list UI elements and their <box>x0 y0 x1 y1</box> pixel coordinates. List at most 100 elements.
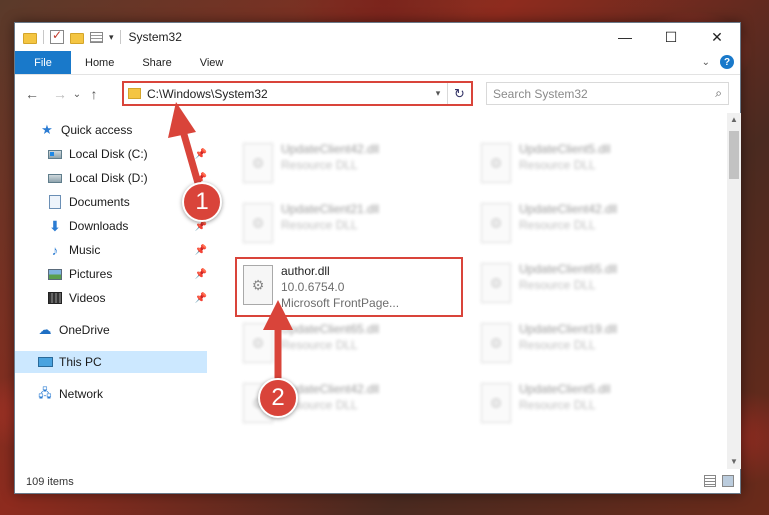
item-count: 109 items <box>26 475 74 488</box>
file-tile[interactable]: ⚙ UpdateClient5.dll Resource DLL <box>475 137 699 193</box>
folder-icon <box>128 88 141 99</box>
up-button[interactable]: ↑ <box>83 83 105 105</box>
scroll-down-icon[interactable]: ▼ <box>727 455 741 469</box>
recent-locations-button[interactable]: ⌄ <box>71 83 83 105</box>
sidebar-item-downloads[interactable]: ⬇ Downloads 📌 <box>15 215 211 237</box>
back-button[interactable]: ← <box>21 83 43 105</box>
status-bar: 109 items <box>15 469 740 494</box>
file-list: ⚙ UpdateClient42.dll Resource DLL ⚙ Updat… <box>211 113 727 469</box>
minimize-button[interactable]: — <box>602 23 648 51</box>
pictures-icon <box>47 267 63 281</box>
file-name: UpdateClient42.dll <box>519 202 618 216</box>
search-input[interactable]: Search System32 ⌕ <box>486 82 729 105</box>
scrollbar-thumb[interactable] <box>729 131 739 179</box>
tab-view[interactable]: View <box>186 51 238 74</box>
close-button[interactable]: ✕ <box>694 23 740 51</box>
pin-icon[interactable]: 📌 <box>195 221 207 232</box>
scroll-up-icon[interactable]: ▲ <box>727 113 741 127</box>
dll-file-icon: ⚙ <box>481 143 511 183</box>
address-path[interactable]: C:\Windows\System32 <box>147 87 429 101</box>
chevron-down-icon[interactable]: ▾ <box>429 88 447 99</box>
toolbar-divider <box>119 30 121 44</box>
sidebar-item-network[interactable]: 🖧 Network <box>15 383 211 405</box>
dll-file-icon: ⚙ <box>243 265 273 305</box>
properties-check-icon[interactable] <box>50 28 64 44</box>
customize-toolbar-icon[interactable]: ▾ <box>109 32 114 43</box>
file-description: Resource DLL <box>519 338 596 352</box>
title-bar: ▾ System32 — ☐ ✕ <box>15 23 740 51</box>
file-description: Resource DLL <box>519 158 596 172</box>
computer-icon <box>37 355 53 369</box>
new-folder-icon[interactable] <box>70 32 84 44</box>
file-tile[interactable]: ⚙ UpdateClient21.dll Resource DLL <box>237 197 461 253</box>
sidebar-item-label: Pictures <box>69 267 113 281</box>
dll-file-icon: ⚙ <box>481 323 511 363</box>
file-name: UpdateClient19.dll <box>519 322 618 336</box>
sidebar-item-label: Documents <box>69 195 130 209</box>
file-tile[interactable]: ⚙ UpdateClient65.dll Resource DLL <box>475 257 699 313</box>
file-tile[interactable]: ⚙ UpdateClient5.dll Resource DLL <box>475 377 699 433</box>
search-placeholder[interactable]: Search System32 <box>493 87 715 101</box>
dll-file-icon: ⚙ <box>481 263 511 303</box>
tab-home[interactable]: Home <box>71 51 128 74</box>
refresh-icon[interactable]: ↻ <box>447 83 471 104</box>
file-name: UpdateClient5.dll <box>519 382 611 396</box>
sidebar-item-quick-access[interactable]: ★ Quick access <box>15 119 211 141</box>
file-tile[interactable]: ⚙ UpdateClient19.dll Resource DLL <box>475 317 699 373</box>
dll-file-icon: ⚙ <box>243 203 273 243</box>
file-explorer-window: ▾ System32 — ☐ ✕ File Home Share View ⌄ … <box>14 22 741 494</box>
pin-icon[interactable]: 📌 <box>195 245 207 256</box>
file-version: 10.0.6754.0 <box>281 280 345 294</box>
address-bar[interactable]: C:\Windows\System32 ▾ ↻ <box>122 81 473 106</box>
dll-file-icon: ⚙ <box>243 323 273 363</box>
pin-icon[interactable]: 📌 <box>195 149 207 160</box>
details-view-icon[interactable] <box>704 475 716 487</box>
pin-icon[interactable]: 📌 <box>195 269 207 280</box>
toolbar-divider <box>43 30 44 44</box>
sidebar-item-label: OneDrive <box>59 323 110 337</box>
file-tile[interactable]: ⚙ UpdateClient42.dll Resource DLL <box>237 137 461 193</box>
file-description: Resource DLL <box>281 158 358 172</box>
search-icon[interactable]: ⌕ <box>715 86 722 101</box>
tab-share[interactable]: Share <box>128 51 185 74</box>
sidebar-item-pictures[interactable]: Pictures 📌 <box>15 263 211 285</box>
vertical-scrollbar[interactable]: ▲ ▼ <box>727 113 741 469</box>
step-1-badge: 1 <box>182 182 222 222</box>
sidebar-item-onedrive[interactable]: ☁ OneDrive <box>15 319 211 341</box>
sidebar-item-this-pc[interactable]: This PC <box>15 351 207 373</box>
file-description: Resource DLL <box>281 338 358 352</box>
documents-icon <box>47 195 63 209</box>
file-name: UpdateClient21.dll <box>281 202 380 216</box>
sidebar-item-label: Network <box>59 387 104 401</box>
file-name: UpdateClient65.dll <box>281 322 380 336</box>
sidebar-item-local-disk-d[interactable]: Local Disk (D:) 📌 <box>15 167 211 189</box>
forward-button[interactable]: → <box>49 83 71 105</box>
file-name: UpdateClient65.dll <box>519 262 618 276</box>
large-icons-view-icon[interactable] <box>722 475 734 487</box>
properties-icon[interactable] <box>90 31 103 43</box>
disk-icon <box>47 171 63 185</box>
pin-icon[interactable]: 📌 <box>195 293 207 304</box>
expand-ribbon-icon[interactable]: ⌄ <box>702 57 710 68</box>
help-icon[interactable]: ? <box>720 55 734 69</box>
sidebar-item-music[interactable]: ♪ Music 📌 <box>15 239 211 261</box>
star-icon: ★ <box>41 122 53 137</box>
dll-file-icon: ⚙ <box>481 383 511 423</box>
music-icon: ♪ <box>51 242 59 258</box>
file-tile[interactable]: ⚙ UpdateClient42.dll Resource DLL <box>475 197 699 253</box>
file-tile-author-dll[interactable]: ⚙ author.dll 10.0.6754.0 Microsoft Front… <box>235 257 463 317</box>
tab-file[interactable]: File <box>15 51 71 74</box>
file-description: Microsoft FrontPage... <box>281 296 400 310</box>
file-tile[interactable]: ⚙ UpdateClient65.dll Resource DLL <box>237 317 461 373</box>
sidebar-item-videos[interactable]: Videos 📌 <box>15 287 211 309</box>
maximize-button[interactable]: ☐ <box>648 23 694 51</box>
sidebar-item-label: Local Disk (C:) <box>69 147 148 161</box>
dll-file-icon: ⚙ <box>243 143 273 183</box>
sidebar-item-local-disk-c[interactable]: Local Disk (C:) 📌 <box>15 143 211 165</box>
navigation-bar: ← → ⌄ ↑ C:\Windows\System32 ▾ ↻ Search S… <box>15 75 740 113</box>
file-name: UpdateClient5.dll <box>519 142 611 156</box>
folder-icon[interactable] <box>23 32 37 44</box>
cloud-icon: ☁ <box>38 322 52 337</box>
videos-icon <box>47 291 63 305</box>
download-icon: ⬇ <box>49 217 61 234</box>
